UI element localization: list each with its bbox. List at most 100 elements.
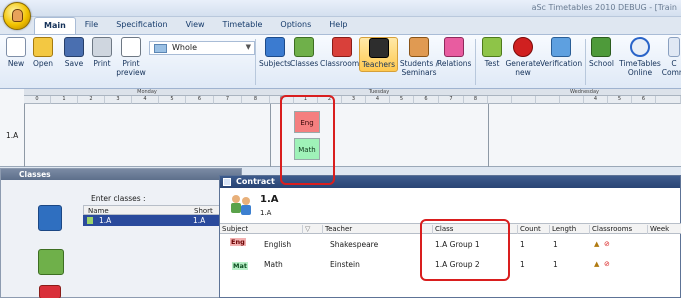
slot-header (512, 96, 536, 104)
filter-icon[interactable]: ▽ (302, 225, 322, 234)
classrooms-button[interactable]: Classrooms (320, 37, 363, 68)
classes-panel-title: Classes (1, 169, 241, 180)
window-icon (223, 178, 231, 186)
verification-label: Verification (540, 59, 583, 68)
length-cell: 1 (553, 260, 558, 269)
column-header-class[interactable]: Class (432, 225, 517, 234)
generate-icon (513, 37, 533, 57)
relations-label: Relations (437, 59, 472, 68)
school-icon (591, 37, 612, 57)
column-header-teacher[interactable]: Teacher (322, 225, 422, 234)
length-cell: 1 (553, 240, 558, 249)
test-button[interactable]: Test (482, 37, 502, 68)
column-header-subject[interactable]: Subject (220, 225, 302, 234)
timetables-online-button[interactable]: TimeTables Online (619, 37, 661, 77)
open-folder-icon (33, 37, 54, 57)
relations-button[interactable]: Relations (437, 37, 471, 68)
app-menu-button[interactable] (3, 2, 31, 30)
column-header-classrooms[interactable]: Classrooms (589, 225, 647, 234)
new-button[interactable]: New (6, 37, 26, 68)
slot-header: 4 (584, 96, 608, 104)
subjects-book-icon (264, 37, 285, 57)
students-icon (409, 37, 429, 57)
list-item[interactable]: 1.A 1.A (83, 215, 241, 226)
app-logo-icon (12, 9, 23, 22)
slot-header (560, 96, 584, 104)
classroom-icon[interactable]: ▲ (594, 240, 599, 248)
printer-icon (92, 37, 112, 57)
tab-file[interactable]: File (76, 17, 107, 35)
print-preview-button[interactable]: Print preview (116, 37, 146, 77)
tab-timetable[interactable]: Timetable (214, 17, 272, 35)
menu-bar: Main File Specification View Timetable O… (34, 17, 357, 35)
classes-panel: Classes Enter classes : Name Short 1.A 1… (0, 168, 242, 298)
subjects-button[interactable]: Subjects (259, 37, 291, 68)
tab-help[interactable]: Help (320, 17, 356, 35)
verification-button[interactable]: Verification (540, 37, 582, 68)
slot-header: 4 (366, 96, 390, 104)
slot-header: 1 (294, 96, 318, 104)
day-header-monday: Monday (24, 89, 270, 96)
table-row[interactable]: Mat Math Einstein 1.A Group 2 1 1 ▲ ⊘ (220, 254, 681, 274)
classroom-icon[interactable]: ▲ (594, 260, 599, 268)
subject-badge: Mat (232, 262, 248, 270)
open-button[interactable]: Open (33, 37, 53, 68)
slot-header: 8 (464, 96, 488, 104)
class-cell: 1.A Group 2 (435, 260, 480, 269)
contract-window: Contract 1.A 1.A Subject ▽ Teacher Class… (219, 175, 681, 298)
slot-header: 6 (186, 96, 214, 104)
slot-header: 0 (24, 96, 51, 104)
community-label: CComm (661, 59, 681, 77)
classes-group-icon[interactable] (38, 249, 64, 275)
classes-button[interactable]: Classes (290, 37, 318, 68)
print-label: Print (93, 59, 111, 68)
lesson-card-english[interactable]: Eng (294, 111, 320, 133)
community-button[interactable]: CComm (661, 37, 681, 77)
column-header-count[interactable]: Count (517, 225, 549, 234)
column-header-length[interactable]: Length (549, 225, 589, 234)
no-entry-icon[interactable]: ⊘ (604, 260, 610, 268)
timetables-online-icon (630, 37, 650, 57)
class-name: 1.A (99, 216, 112, 225)
column-header-name[interactable]: Name (88, 207, 109, 215)
slot-header: 0 (270, 96, 294, 104)
subject-cell: English (264, 240, 292, 249)
chevron-down-icon: ▼ (245, 43, 251, 51)
table-row[interactable]: Eng English Shakespeare 1.A Group 1 1 1 … (220, 234, 681, 254)
verification-icon (551, 37, 572, 57)
ribbon-separator (475, 39, 476, 85)
slot-header: 7 (439, 96, 464, 104)
school-button[interactable]: School (589, 37, 614, 68)
tab-main[interactable]: Main (34, 17, 76, 35)
slot-header: 3 (105, 96, 132, 104)
column-header-week[interactable]: Week (647, 225, 681, 234)
test-icon (482, 37, 502, 57)
teacher-icon (368, 38, 389, 58)
ribbon-separator (585, 39, 586, 85)
subjects-label: Subjects (259, 59, 291, 68)
tab-specification[interactable]: Specification (107, 17, 176, 35)
generate-new-button[interactable]: Generate new (505, 37, 541, 77)
lesson-card-math[interactable]: Math (294, 138, 320, 160)
print-preview-icon (121, 37, 141, 57)
tab-view[interactable]: View (177, 17, 214, 35)
ribbon: New Open Save Print Print preview Whole ▼… (0, 34, 681, 89)
subjects-book-icon[interactable] (38, 205, 62, 231)
save-button[interactable]: Save (64, 37, 84, 68)
row-label-class: 1.A (6, 131, 19, 140)
column-header-short[interactable]: Short (194, 207, 213, 215)
teachers-button[interactable]: Teachers (359, 37, 398, 72)
no-entry-icon[interactable]: ⊘ (604, 240, 610, 248)
classroom-icon[interactable] (39, 285, 61, 298)
slot-header: 5 (159, 96, 186, 104)
timetable-grid[interactable]: Monday Tuesday Wednesday 0 1 2 3 4 5 6 7… (0, 89, 681, 167)
title-bar: aSc Timetables 2010 DEBUG - [Train (0, 0, 681, 17)
print-button[interactable]: Print (92, 37, 112, 68)
tab-options[interactable]: Options (271, 17, 320, 35)
students-seminars-label: Students / Seminars (399, 59, 439, 77)
grid-day-divider (24, 104, 25, 167)
students-seminars-button[interactable]: Students / Seminars (398, 37, 440, 77)
view-dropdown[interactable]: Whole ▼ (149, 41, 255, 55)
slot-header: 6 (414, 96, 439, 104)
relations-icon (444, 37, 465, 57)
